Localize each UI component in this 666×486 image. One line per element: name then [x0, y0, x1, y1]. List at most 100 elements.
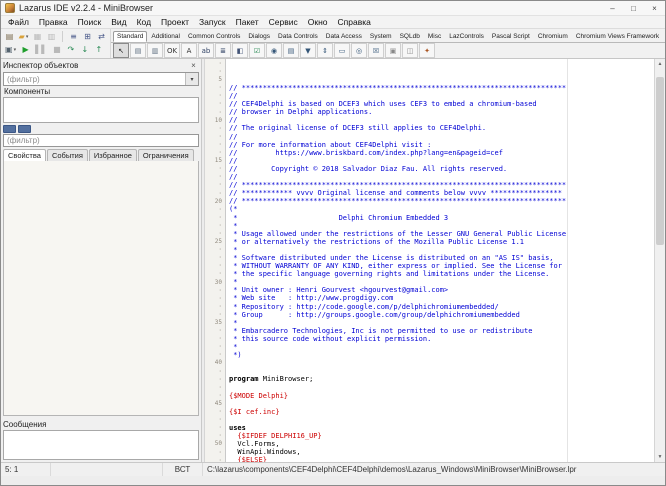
tframe-button[interactable]: ◫ — [402, 43, 418, 58]
toggle-form-unit-button[interactable]: ⇄ — [95, 30, 108, 43]
tcheckbox-button[interactable]: ☑ — [249, 43, 265, 58]
tgroupbox-button[interactable]: ▭ — [334, 43, 350, 58]
tbutton-button[interactable]: OK — [164, 43, 180, 58]
scroll-down-icon[interactable]: ▼ — [655, 452, 665, 462]
gutter-line: · — [205, 125, 222, 133]
component-filter-combo[interactable]: (фильтр) ▾ — [3, 72, 199, 86]
palette-tab-pascal-script[interactable]: Pascal Script — [488, 31, 534, 42]
oi-tab-restricted[interactable]: Ограничения — [138, 149, 194, 161]
step-over-button[interactable]: ↷ — [64, 44, 77, 57]
tedit-button[interactable]: ab — [198, 43, 214, 58]
gutter-line: 45 — [205, 400, 222, 408]
menu-item-run[interactable]: Запуск — [194, 17, 231, 27]
code-line: // CEF4Delphi is based on DCEF3 which us… — [229, 100, 654, 108]
gutter-line: · — [205, 262, 222, 270]
palette-tab-lazcontrols[interactable]: LazControls — [445, 31, 488, 42]
tlabel-button[interactable]: A — [181, 43, 197, 58]
tactionlist-button[interactable]: ✦ — [419, 43, 435, 58]
close-icon[interactable]: × — [188, 61, 199, 70]
minimize-button[interactable]: – — [602, 1, 623, 15]
tmainmenu-button[interactable]: ▤ — [130, 43, 146, 58]
tscrollbar-button[interactable]: ⇕ — [317, 43, 333, 58]
oi-tool-button-1[interactable] — [3, 125, 16, 133]
tlistbox-button[interactable]: ▤ — [283, 43, 299, 58]
new-unit-button[interactable]: ▤ — [3, 30, 16, 43]
messages-list[interactable] — [3, 430, 199, 460]
tmemo-button[interactable]: ≣ — [215, 43, 231, 58]
view-units-button[interactable]: ≡ — [67, 30, 80, 43]
palette-tab-standard[interactable]: Standard — [113, 31, 147, 42]
menu-item-help[interactable]: Справка — [333, 17, 376, 27]
chevron-down-icon[interactable]: ▾ — [185, 73, 198, 85]
menu-item-view[interactable]: Вид — [106, 17, 131, 27]
tactionlist-icon: ✦ — [424, 47, 430, 55]
scroll-up-icon[interactable]: ▲ — [655, 59, 665, 69]
palette-tab-system[interactable]: System — [366, 31, 396, 42]
scrollbar-track[interactable] — [655, 69, 665, 452]
property-grid[interactable] — [3, 161, 199, 416]
code-line: // The original license of DCEF3 still a… — [229, 124, 654, 132]
menu-item-window[interactable]: Окно — [303, 17, 333, 27]
code-line: uses — [229, 424, 654, 432]
palette-tab-misc[interactable]: Misc — [424, 31, 445, 42]
select-tool-button[interactable]: ↖ — [113, 43, 129, 58]
menu-item-project[interactable]: Проект — [156, 17, 194, 27]
tpopupmenu-button[interactable]: ▥ — [147, 43, 163, 58]
oi-tab-events[interactable]: События — [47, 149, 88, 161]
gutter-line: 35 — [205, 319, 222, 327]
gutter-line: · — [205, 141, 222, 149]
menu-item-file[interactable]: Файл — [3, 17, 34, 27]
palette-tab-data-controls[interactable]: Data Controls — [274, 31, 322, 42]
oi-tool-button-2[interactable] — [18, 125, 31, 133]
build-mode-button[interactable]: ▣▾ — [3, 44, 18, 57]
scrollbar-thumb[interactable] — [656, 77, 664, 246]
maximize-button[interactable]: □ — [623, 1, 644, 15]
tpanel-button[interactable]: ▣ — [385, 43, 401, 58]
save-all-button: ▥ — [45, 30, 58, 43]
window-bottom-edge — [1, 476, 665, 485]
menu-item-package[interactable]: Пакет — [231, 17, 264, 27]
run-button[interactable]: ▶ — [19, 44, 32, 57]
step-out-button[interactable]: ↑ — [92, 44, 105, 57]
oi-tab-favorites[interactable]: Избранное — [89, 149, 137, 161]
tradiogroup-button[interactable]: ◎ — [351, 43, 367, 58]
palette-tab-data-access[interactable]: Data Access — [322, 31, 366, 42]
menu-item-search[interactable]: Поиск — [73, 17, 107, 27]
menu-item-tools[interactable]: Сервис — [264, 17, 303, 27]
gutter-line: 20 — [205, 198, 222, 206]
code-line: * WITHOUT WARRANTY OF ANY KIND, either e… — [229, 262, 654, 270]
property-filter-input[interactable]: (фильтр) — [3, 134, 199, 147]
menu-item-edit[interactable]: Правка — [34, 17, 73, 27]
palette-tab-common-controls[interactable]: Common Controls — [184, 31, 244, 42]
step-into-button[interactable]: ↓ — [78, 44, 91, 57]
open-button[interactable]: ▰▾ — [17, 30, 30, 43]
code-line: // ************ vvvv Original license an… — [229, 189, 654, 197]
tcombobox-button[interactable]: ▼ — [300, 43, 316, 58]
editor-code[interactable]: // *************************************… — [226, 59, 654, 462]
gutter-line: · — [205, 206, 222, 214]
code-line: * — [229, 222, 654, 230]
editor-scrollbar[interactable]: ▲ ▼ — [654, 59, 665, 462]
component-tree[interactable] — [3, 97, 199, 123]
menu-bar: ФайлПравкаПоискВидКодПроектЗапускПакетСе… — [1, 16, 665, 29]
palette-tab-chromium-views-framework[interactable]: Chromium Views Framework — [572, 31, 663, 42]
palette-tab-chromium[interactable]: Chromium — [534, 31, 572, 42]
palette-tab-sqldb[interactable]: SQLdb — [396, 31, 424, 42]
object-inspector-header: Инспектор объектов × — [3, 60, 199, 71]
tcheckgroup-button[interactable]: ☒ — [368, 43, 384, 58]
view-forms-button[interactable]: ⊞ — [81, 30, 94, 43]
gutter-line: · — [205, 84, 222, 92]
palette-tab-additional[interactable]: Additional — [147, 31, 184, 42]
code-line — [229, 359, 654, 367]
palette-tab-dialogs[interactable]: Dialogs — [244, 31, 274, 42]
palette-tab-rtti[interactable]: RTTI — [663, 31, 665, 42]
main-area: Инспектор объектов × (фильтр) ▾ Компонен… — [1, 59, 665, 462]
gutter-line: · — [205, 181, 222, 189]
tradiobutton-button[interactable]: ◉ — [266, 43, 282, 58]
code-line: // *************************************… — [229, 181, 654, 189]
close-button[interactable]: × — [644, 1, 665, 15]
source-editor[interactable]: ··5····10····15····20····25····30····35·… — [205, 59, 665, 462]
oi-tab-properties[interactable]: Свойства — [3, 149, 46, 161]
menu-item-source[interactable]: Код — [132, 17, 156, 27]
ttogglebox-button[interactable]: ◧ — [232, 43, 248, 58]
